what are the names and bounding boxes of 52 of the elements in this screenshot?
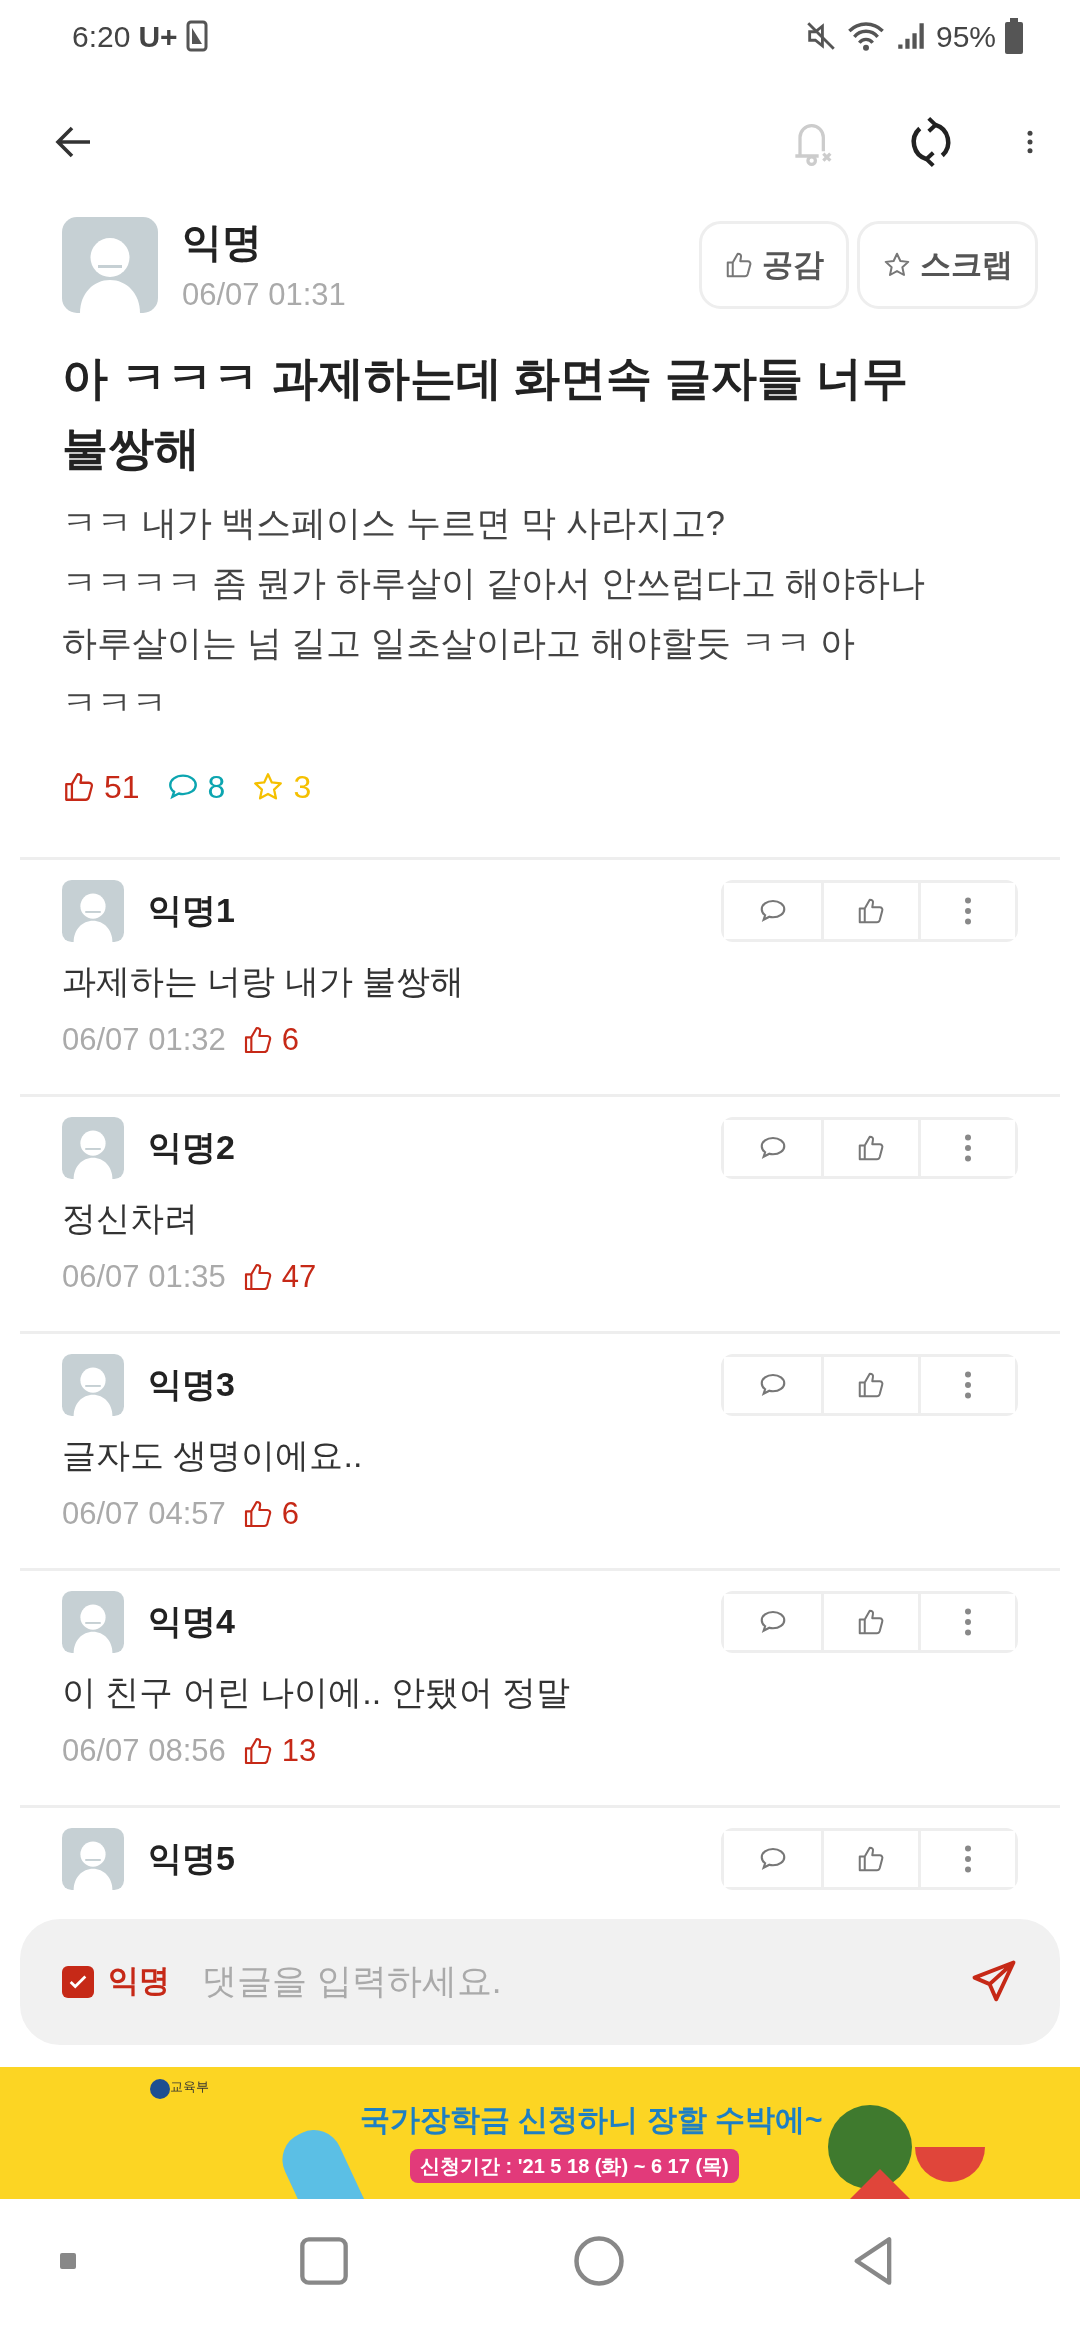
commenter-name: 익명4 (148, 1601, 235, 1642)
comment-text: 이 친구 어린 나이에.. 안됐어 정말 (62, 1671, 572, 1713)
ad-slogan: 국가장학금 신청하니 장할 수박에~ (360, 2101, 823, 2138)
like-count: 51 (104, 767, 140, 807)
ad-sponsor: 교육부 (170, 2077, 209, 2096)
avatar-icon (62, 1353, 124, 1416)
avatar-icon (62, 1116, 124, 1179)
avatar-icon (62, 1827, 124, 1890)
like-button[interactable]: 공감 (699, 221, 849, 310)
comment-time: 06/07 01:32 (62, 1020, 226, 1059)
commenter-name: 익명5 (148, 1838, 235, 1879)
more-icon (963, 1606, 973, 1637)
comment-count: 8 (207, 767, 226, 807)
recent-apps-icon[interactable] (298, 2235, 350, 2287)
like-count: 13 (281, 1731, 317, 1770)
home-icon[interactable] (572, 2234, 626, 2288)
carrier-label: U+ (138, 18, 178, 55)
commenter-name: 익명3 (148, 1364, 235, 1405)
commenter-name: 익명2 (148, 1127, 235, 1168)
anonymous-checkbox[interactable] (62, 1965, 94, 1998)
like-count: 6 (281, 1020, 299, 1059)
comment-text: 글자도 생명이에요.. (62, 1434, 364, 1476)
scrap-button[interactable]: 스크랩 (857, 221, 1038, 310)
ad-period: 신청기간 : '21 5 18 (화) ~ 6 17 (목) (410, 2148, 739, 2183)
comment-bar[interactable]: 익명 댓글을 입력하세요. (20, 1918, 1060, 2045)
comment-text: 정신차려 (62, 1197, 199, 1239)
like-count: 47 (281, 1257, 317, 1296)
post-time: 06/07 01:31 (182, 276, 346, 314)
battery-icon (1004, 18, 1024, 54)
comment-time: 06/07 01:35 (62, 1257, 226, 1296)
comment-time: 06/07 08:56 (62, 1731, 226, 1770)
like-count: 6 (281, 1494, 299, 1533)
ad-banner[interactable]: 교육부 국가장학금 신청하니 장할 수박에~ 신청기간 : '21 5 18 (화) ~ 6 17 (목) (0, 2066, 1080, 2199)
phone-icon (185, 20, 208, 52)
author-name: 익명 (182, 219, 263, 266)
anonymous-label: 익명 (108, 1962, 170, 2001)
post-body: ㅋㅋ 내가 백스페이스 누르면 막 사라지고? ㅋㅋㅋㅋ 좀 뭔가 하루살이 같아서 안쓰럽다고 해야하나 하루살이는 넘 길고 일초살이라고 해야할듯 ㅋㅋ 아 ㅋㅋㅋ (61, 501, 927, 724)
more-icon (963, 1369, 973, 1400)
scrap-count: 3 (293, 767, 312, 807)
more-icon (963, 1132, 973, 1163)
status-time: 6:20 (72, 18, 131, 55)
more-icon (963, 1843, 973, 1874)
avatar-icon (62, 1590, 124, 1653)
avatar-icon (62, 879, 124, 942)
commenter-name: 익명1 (148, 890, 235, 931)
comment-time: 06/07 04:57 (62, 1494, 226, 1533)
more-icon (963, 895, 973, 926)
post-title: 아 ㅋㅋㅋ 과제하는데 화면속 글자들 너무 불쌍해 (61, 350, 909, 476)
battery-level: 95% (935, 18, 996, 55)
comment-text: 과제하는 너랑 내가 불쌍해 (62, 960, 466, 1002)
comment-field[interactable]: 댓글을 입력하세요. (200, 1954, 954, 2009)
avatar-icon (62, 217, 158, 314)
